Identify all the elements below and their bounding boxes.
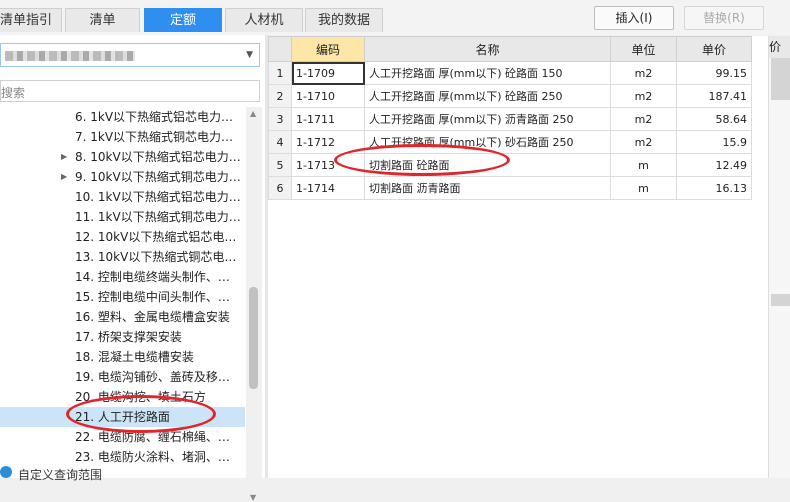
price-cell[interactable]: 99.15 bbox=[676, 61, 752, 85]
price-cell[interactable]: 16.13 bbox=[676, 176, 752, 200]
row-number: 5 bbox=[268, 153, 292, 177]
tree-item[interactable]: 18. 混凝土电缆槽安装 bbox=[0, 347, 245, 367]
custom-query-link[interactable]: 自定义查询范围 bbox=[0, 466, 102, 482]
table-row[interactable]: 2 1-1710 人工开挖路面 厚(mm以下) 砼路面 250 m2 187.4… bbox=[268, 84, 752, 108]
row-number: 6 bbox=[268, 176, 292, 200]
column-header-price[interactable]: 单价 bbox=[676, 36, 752, 62]
column-header-name[interactable]: 名称 bbox=[364, 36, 611, 62]
library-dropdown[interactable]: ▼ bbox=[0, 43, 260, 67]
table-row[interactable]: 3 1-1711 人工开挖路面 厚(mm以下) 沥青路面 250 m2 58.6… bbox=[268, 107, 752, 131]
table-row[interactable]: 1 1-1709 人工开挖路面 厚(mm以下) 砼路面 150 m2 99.15 bbox=[268, 61, 752, 85]
quota-grid: 编码 名称 单位 单价 1 1-1709 人工开挖路面 厚(mm以下) 砼路面 … bbox=[268, 36, 768, 478]
tab-list[interactable]: 清单 bbox=[65, 8, 140, 32]
scroll-down-icon[interactable]: ▼ bbox=[250, 493, 256, 502]
row-number-header bbox=[268, 36, 292, 62]
unit-cell[interactable]: m2 bbox=[610, 61, 677, 85]
unit-cell[interactable]: m2 bbox=[610, 130, 677, 154]
tree-item[interactable]: 14. 控制电缆终端头制作、… bbox=[0, 267, 245, 287]
price-cell[interactable]: 15.9 bbox=[676, 130, 752, 154]
tab-bar: 清单指引 清单 定额 人材机 我的数据 插入(I) 替换(R) bbox=[0, 0, 790, 35]
search-input[interactable]: 搜索 bbox=[0, 80, 260, 102]
query-icon bbox=[0, 466, 12, 478]
tab-labor-material-machine[interactable]: 人材机 bbox=[225, 8, 303, 32]
scrollbar-thumb[interactable] bbox=[249, 287, 258, 389]
tree-item[interactable]: ▶ 8. 10kV以下热缩式铝芯电力… bbox=[0, 147, 245, 167]
code-cell[interactable]: 1-1709 bbox=[291, 61, 365, 85]
right-panel-block bbox=[771, 58, 790, 100]
tree-item[interactable]: 17. 桥架支撑架安装 bbox=[0, 327, 245, 347]
unit-cell[interactable]: m bbox=[610, 153, 677, 177]
price-cell[interactable]: 12.49 bbox=[676, 153, 752, 177]
column-header-unit[interactable]: 单位 bbox=[610, 36, 677, 62]
unit-cell[interactable]: m2 bbox=[610, 84, 677, 108]
code-cell[interactable]: 1-1714 bbox=[291, 176, 365, 200]
tree-item[interactable]: 7. 1kV以下热缩式铜芯电力… bbox=[0, 127, 245, 147]
name-cell[interactable]: 人工开挖路面 厚(mm以下) 砼路面 150 bbox=[364, 61, 611, 85]
blurred-library-name bbox=[5, 51, 135, 61]
right-panel-block bbox=[771, 294, 790, 306]
unit-cell[interactable]: m2 bbox=[610, 107, 677, 131]
replace-button[interactable]: 替换(R) bbox=[684, 6, 764, 30]
column-header-code[interactable]: 编码 bbox=[291, 36, 365, 62]
tree-item[interactable]: 15. 控制电缆中间头制作、… bbox=[0, 287, 245, 307]
row-number: 1 bbox=[268, 61, 292, 85]
scroll-up-icon[interactable]: ▲ bbox=[250, 109, 256, 118]
tree-item[interactable]: 12. 10kV以下热缩式铝芯电… bbox=[0, 227, 245, 247]
row-number: 3 bbox=[268, 107, 292, 131]
tree-item[interactable]: 10. 1kV以下热缩式铝芯电力… bbox=[0, 187, 245, 207]
tree-item[interactable]: 23. 电缆防火涂料、堵洞、… bbox=[0, 447, 245, 467]
right-panel-header: 价 bbox=[769, 36, 790, 58]
expand-arrow-icon[interactable]: ▶ bbox=[61, 167, 67, 187]
chevron-down-icon[interactable]: ▼ bbox=[246, 50, 253, 60]
right-side-panel: 价 bbox=[768, 36, 790, 478]
expand-arrow-icon[interactable]: ▶ bbox=[61, 147, 67, 167]
name-cell[interactable]: 切割路面 沥青路面 bbox=[364, 176, 611, 200]
annotation-circle-tree-item bbox=[66, 395, 216, 433]
name-cell[interactable]: 人工开挖路面 厚(mm以下) 沥青路面 250 bbox=[364, 107, 611, 131]
tree-item[interactable]: 6. 1kV以下热缩式铝芯电力… bbox=[0, 107, 245, 127]
tab-list-guide[interactable]: 清单指引 bbox=[0, 8, 62, 32]
annotation-circle-grid-row bbox=[334, 144, 510, 176]
price-cell[interactable]: 58.64 bbox=[676, 107, 752, 131]
tab-my-data[interactable]: 我的数据 bbox=[305, 8, 383, 32]
row-number: 2 bbox=[268, 84, 292, 108]
tree-item[interactable]: 16. 塑料、金属电缆槽盒安装 bbox=[0, 307, 245, 327]
table-row[interactable]: 6 1-1714 切割路面 沥青路面 m 16.13 bbox=[268, 176, 752, 200]
tree-item[interactable]: 11. 1kV以下热缩式铜芯电力… bbox=[0, 207, 245, 227]
tree-scrollbar[interactable]: ▲ ▼ bbox=[246, 107, 262, 502]
code-cell[interactable]: 1-1711 bbox=[291, 107, 365, 131]
unit-cell[interactable]: m bbox=[610, 176, 677, 200]
tree-item[interactable]: 13. 10kV以下热缩式铜芯电… bbox=[0, 247, 245, 267]
price-cell[interactable]: 187.41 bbox=[676, 84, 752, 108]
table-row[interactable]: 4 1-1712 人工开挖路面 厚(mm以下) 砂石路面 250 m2 15.9 bbox=[268, 130, 752, 154]
name-cell[interactable]: 人工开挖路面 厚(mm以下) 砼路面 250 bbox=[364, 84, 611, 108]
tree-item[interactable]: 19. 电缆沟铺砂、盖砖及移… bbox=[0, 367, 245, 387]
search-placeholder: 搜索 bbox=[1, 86, 26, 100]
tree-item[interactable]: ▶ 9. 10kV以下热缩式铜芯电力… bbox=[0, 167, 245, 187]
insert-button[interactable]: 插入(I) bbox=[594, 6, 674, 30]
code-cell[interactable]: 1-1710 bbox=[291, 84, 365, 108]
tab-quota[interactable]: 定额 bbox=[144, 8, 222, 32]
row-number: 4 bbox=[268, 130, 292, 154]
